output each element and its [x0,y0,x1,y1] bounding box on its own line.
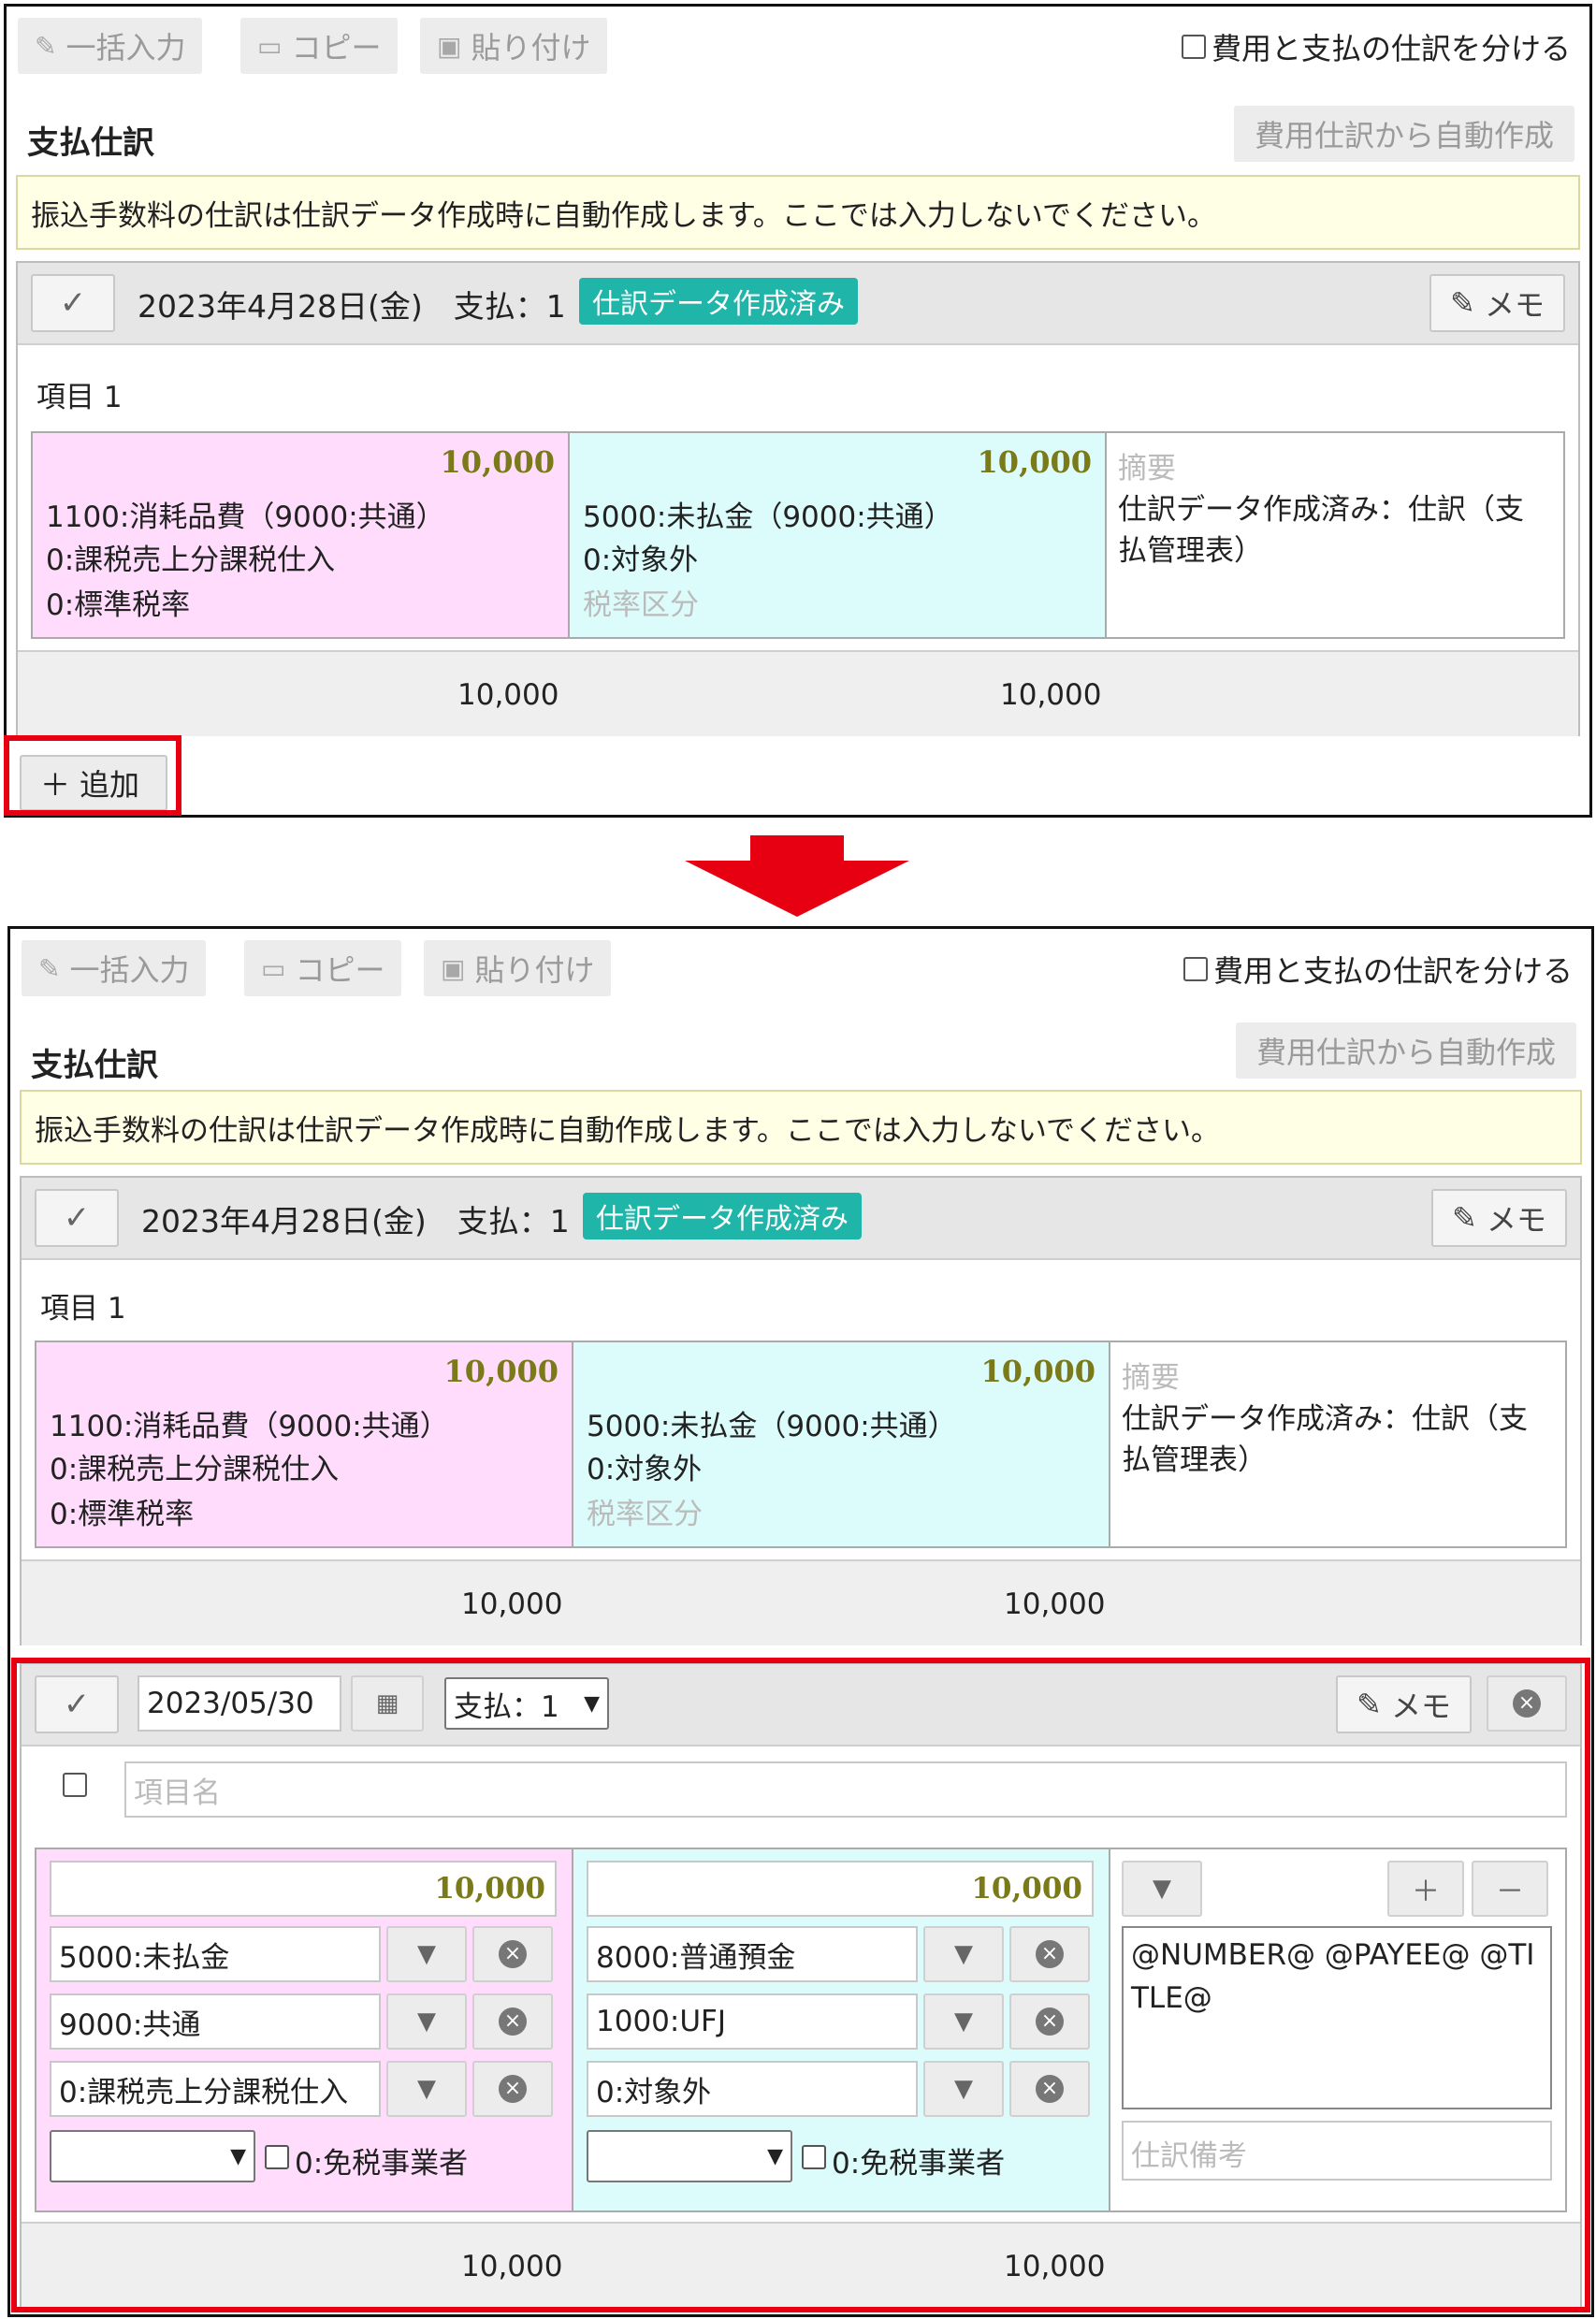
status-badge: 仕訳データ作成済み [583,1193,862,1239]
paste-button[interactable]: ▣ 貼り付け [424,940,612,996]
auto-create-button[interactable]: 費用仕訳から自動作成 [1233,106,1574,162]
entry-title: 2023年4月28日(金) 支払：1 [138,288,566,325]
credit-total: 10,000 [1000,678,1102,712]
debit-tax-rate: 0:標準税率 [46,588,191,622]
memo-placeholder: 摘要 [1122,1361,1180,1395]
debit-amount: 10,000 [443,1354,559,1389]
copy-icon: ▭ [257,30,283,62]
debit-column[interactable]: 10,000 1100:消耗品費（9000:共通） 0:課税売上分課税仕入 0:… [36,1342,573,1546]
journal-grid: 10,000 1100:消耗品費（9000:共通） 0:課税売上分課税仕入 0:… [31,431,1565,639]
paste-button[interactable]: ▣ 貼り付け [420,18,608,74]
debit-account: 1100:消耗品費（9000:共通） [50,1410,449,1443]
entry-header: ✓ 2023年4月28日(金) 支払：1 仕訳データ作成済み ✎ メモ [22,1178,1580,1260]
memo-icon: ✎ [1450,285,1475,321]
add-button-highlight [4,735,181,816]
check-icon: ✓ [59,284,87,322]
separate-journal-checkbox[interactable]: 費用と支払の仕訳を分ける [1181,25,1571,68]
credit-tax-type: 0:対象外 [587,1453,703,1486]
separate-journal-checkbox[interactable]: 費用と支払の仕訳を分ける [1182,948,1573,991]
notice-banner: 振込手数料の仕訳は仕訳データ作成時に自動作成します。ここでは入力しないでください… [20,1090,1582,1165]
debit-tax-rate: 0:標準税率 [50,1498,195,1531]
debit-account: 1100:消耗品費（9000:共通） [46,500,445,534]
paste-icon: ▣ [437,30,462,62]
debit-tax-type: 0:課税売上分課税仕入 [46,544,336,577]
credit-tax-type: 0:対象外 [583,544,699,577]
journal-entry: ✓ 2023年4月28日(金) 支払：1 仕訳データ作成済み ✎ メモ 項目 1 … [16,261,1580,736]
memo-text: 仕訳データ作成済み：仕訳（支払管理表） [1122,1402,1528,1477]
debit-total: 10,000 [457,678,559,712]
debit-column[interactable]: 10,000 1100:消耗品費（9000:共通） 0:課税売上分課税仕入 0:… [33,433,570,637]
copy-button[interactable]: ▭ コピー [244,940,402,996]
notice-banner: 振込手数料の仕訳は仕訳データ作成時に自動作成します。ここでは入力しないでください… [16,175,1580,250]
credit-column[interactable]: 10,000 5000:未払金（9000:共通） 0:対象外 税率区分 [573,1342,1110,1546]
journal-grid: 10,000 1100:消耗品費（9000:共通） 0:課税売上分課税仕入 0:… [35,1341,1567,1548]
paste-icon: ▣ [441,952,466,984]
down-arrow-icon [685,861,909,917]
journal-panel-before: ✎ 一括入力 ▭ コピー ▣ 貼り付け 費用と支払の仕訳を分ける 支払仕訳 費用仕訳か… [4,4,1592,818]
memo-column[interactable]: 摘要 仕訳データ作成済み：仕訳（支払管理表） [1110,1342,1565,1546]
pencil-icon: ✎ [38,952,61,984]
bulk-input-button[interactable]: ✎ 一括入力 [18,18,203,74]
memo-text: 仕訳データ作成済み：仕訳（支払管理表） [1118,493,1524,568]
credit-total: 10,000 [1004,1587,1106,1621]
credit-amount: 10,000 [980,1354,1095,1389]
totals-row: 10,000 10,000 [22,1559,1580,1645]
credit-account: 5000:未払金（9000:共通） [583,500,953,534]
check-icon: ✓ [63,1199,91,1237]
item-label: 項目 1 [36,381,123,414]
memo-placeholder: 摘要 [1118,452,1176,486]
entry-header: ✓ 2023年4月28日(金) 支払：1 仕訳データ作成済み ✎ メモ [18,263,1578,345]
credit-amount: 10,000 [977,444,1092,480]
pencil-icon: ✎ [35,30,57,62]
section-title: 支払仕訳 [31,1047,158,1084]
memo-button[interactable]: ✎ メモ [1431,1189,1567,1247]
select-entry-button[interactable]: ✓ [31,274,115,332]
totals-row: 10,000 10,000 [18,650,1578,736]
memo-button[interactable]: ✎ メモ [1429,274,1565,332]
copy-icon: ▭ [261,952,286,984]
credit-account: 5000:未払金（9000:共通） [587,1410,957,1443]
credit-tax-rate: 税率区分 [587,1498,703,1531]
credit-tax-rate: 税率区分 [583,588,699,622]
item-label: 項目 1 [40,1292,126,1326]
select-entry-button[interactable]: ✓ [35,1189,119,1247]
debit-tax-type: 0:課税売上分課税仕入 [50,1453,340,1486]
status-badge: 仕訳データ作成済み [579,278,858,325]
new-entry-highlight [11,1658,1590,2312]
memo-column[interactable]: 摘要 仕訳データ作成済み：仕訳（支払管理表） [1107,433,1563,637]
journal-entry: ✓ 2023年4月28日(金) 支払：1 仕訳データ作成済み ✎ メモ 項目 1 … [20,1176,1582,1645]
debit-total: 10,000 [461,1587,563,1621]
entry-title: 2023年4月28日(金) 支払：1 [141,1203,570,1239]
arrow-stem [750,835,844,863]
section-title: 支払仕訳 [27,124,154,162]
copy-button[interactable]: ▭ コピー [240,18,399,74]
credit-column[interactable]: 10,000 5000:未払金（9000:共通） 0:対象外 税率区分 [570,433,1107,637]
auto-create-button[interactable]: 費用仕訳から自動作成 [1235,1022,1576,1079]
debit-amount: 10,000 [440,444,555,480]
memo-icon: ✎ [1452,1200,1477,1236]
bulk-input-button[interactable]: ✎ 一括入力 [22,940,207,996]
